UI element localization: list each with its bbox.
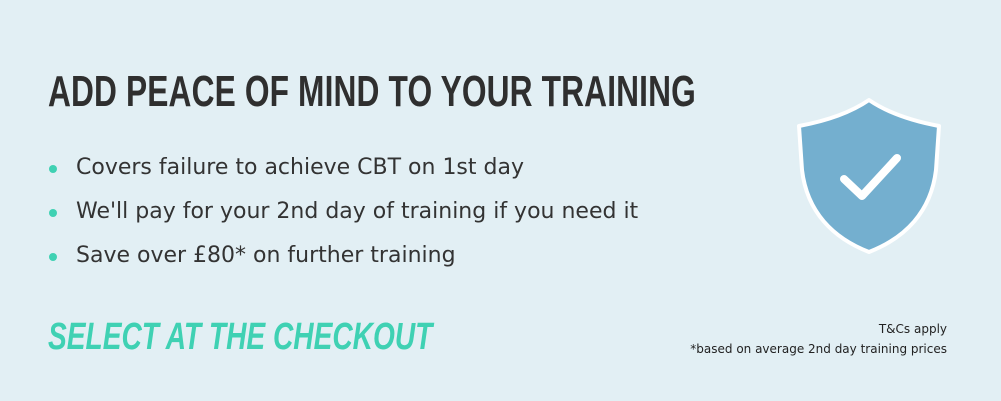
checkout-callout: SELECT AT THE CHECKOUT xyxy=(48,316,433,358)
insurance-banner: ADD PEACE OF MIND TO YOUR TRAINING Cover… xyxy=(0,0,1001,401)
headline: ADD PEACE OF MIND TO YOUR TRAINING xyxy=(48,67,696,116)
benefit-item: We'll pay for your 2nd day of training i… xyxy=(48,190,638,234)
bullet-dot-icon xyxy=(49,165,57,173)
benefit-text: We'll pay for your 2nd day of training i… xyxy=(76,199,639,224)
benefits-list: Covers failure to achieve CBT on 1st day… xyxy=(48,146,638,278)
benefit-text: Save over £80* on further training xyxy=(76,243,456,268)
benefit-item: Covers failure to achieve CBT on 1st day xyxy=(48,146,638,190)
terms-apply-text: T&Cs apply xyxy=(878,322,947,336)
terms-footnote-text: *based on average 2nd day training price… xyxy=(690,342,947,356)
bullet-dot-icon xyxy=(49,209,57,217)
benefit-text: Covers failure to achieve CBT on 1st day xyxy=(76,155,524,180)
benefit-item: Save over £80* on further training xyxy=(48,234,638,278)
shield-check-icon xyxy=(797,98,941,254)
bullet-dot-icon xyxy=(49,253,57,261)
terms-note: T&Cs apply *based on average 2nd day tra… xyxy=(690,319,947,359)
